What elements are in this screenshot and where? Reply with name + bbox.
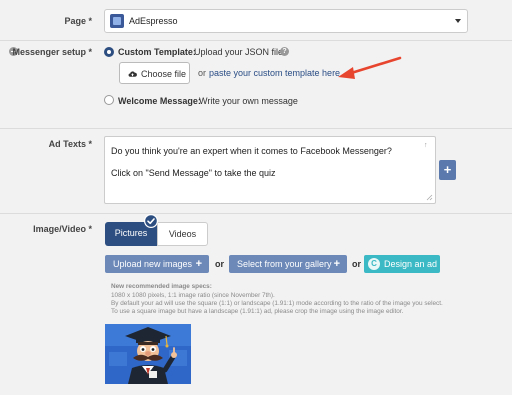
divider [0,128,512,129]
ad-texts-label: Ad Texts * [48,139,92,149]
page-select-value: AdEspresso [129,16,178,26]
image-video-label: Image/Video * [33,224,92,234]
resize-handle-icon[interactable] [426,194,433,201]
upload-new-images-button[interactable]: Upload new images + [105,255,209,273]
select-from-gallery-button[interactable]: Select from your gallery + [229,255,347,273]
specs-line-3: To use a square image but have a landsca… [111,308,404,315]
welcome-message-title: Welcome Message: [118,96,201,106]
arrow-annotation-icon [338,56,402,79]
cloud-upload-icon [128,71,137,77]
specs-line-2: By default your ad will use the square (… [111,300,443,307]
ad-text-line-2: Click on "Send Message" to take the quiz [111,168,276,178]
divider [0,40,512,41]
canva-icon: C [368,258,380,270]
or-text: or [198,68,207,78]
select-from-gallery-label: Select from your gallery [237,259,332,269]
page-label: Page * [64,16,92,26]
design-an-ad-button[interactable]: C Design an ad [364,255,440,273]
upload-new-images-label: Upload new images [113,259,193,269]
plus-icon: + [195,258,202,270]
ad-text-input[interactable]: Do you think you're an expert when it co… [104,136,436,204]
custom-template-desc: Upload your JSON file [194,47,284,57]
welcome-message-radio[interactable] [104,95,114,105]
tab-videos[interactable]: Videos [157,222,208,246]
choose-file-label: Choose file [141,69,187,79]
choose-file-button[interactable]: Choose file [119,62,190,84]
paste-template-link[interactable]: paste your custom template here [209,68,340,78]
ad-text-line-1: Do you think you're an expert when it co… [111,146,392,156]
or-text: or [352,259,361,269]
messenger-setup-label: Messenger setup * [12,47,92,57]
add-ad-text-button[interactable]: + [439,160,456,180]
divider [0,213,512,214]
ad-image-thumbnail[interactable] [105,324,191,384]
chevron-down-icon [455,19,461,23]
check-icon [144,214,158,228]
counter-icon: ↑ [424,142,428,149]
help-icon[interactable]: ? [280,47,289,56]
custom-template-title: Custom Template: [118,47,196,57]
page-select[interactable]: AdEspresso [104,9,468,33]
specs-title: New recommended image specs: [111,283,212,290]
page-logo-icon [110,14,124,28]
character-illustration [105,324,191,384]
plus-icon: + [333,258,340,270]
or-text: or [215,259,224,269]
specs-line-1: 1080 x 1080 pixels, 1:1 image ratio (sin… [111,292,275,299]
design-an-ad-label: Design an ad [384,259,438,269]
welcome-message-desc: Write your own message [199,96,298,106]
custom-template-radio[interactable] [104,47,114,57]
